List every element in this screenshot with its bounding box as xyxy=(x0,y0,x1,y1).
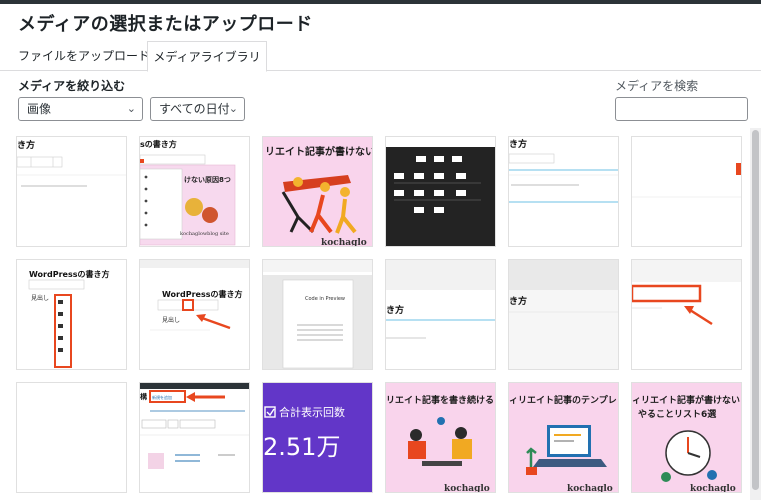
svg-text:2.51万: 2.51万 xyxy=(263,433,340,461)
chevron-down-icon: ⌄ xyxy=(126,102,136,115)
svg-text:見出し: 見出し xyxy=(31,294,49,302)
attachment-thumb[interactable] xyxy=(16,382,127,493)
svg-text:リエイト記事を書き続ける: リエイト記事を書き続ける xyxy=(386,394,494,406)
thumb-image: ィリエイト記事のテンプレ kochaglo xyxy=(509,383,618,493)
thumb-image xyxy=(17,383,126,492)
modal-title: メディアの選択またはアップロード xyxy=(18,14,313,35)
thumb-image: き方 xyxy=(386,260,495,369)
thumb-image: Code in Preview xyxy=(263,260,372,369)
attachment-thumb[interactable]: WordPressの書き方 見出し xyxy=(139,259,250,370)
svg-text:き方: き方 xyxy=(509,138,527,150)
attachment-thumb[interactable]: ィリエイト記事が書けない やることリスト6選 kochaglo xyxy=(631,382,742,493)
attachment-thumb[interactable]: WordPressの書き方 見出し xyxy=(16,259,127,370)
media-type-select[interactable]: 画像 ⌄ xyxy=(18,97,143,121)
thumb-image: 合計表示回数 2.51万 xyxy=(263,383,372,492)
search-input[interactable] xyxy=(615,97,748,121)
thumb-image: き方 xyxy=(509,137,618,246)
media-tabs: ファイルをアップロード メディアライブラリ xyxy=(0,41,761,72)
thumb-image: リエイト記事が書けない原 kochaglo xyxy=(263,137,373,247)
attachments-grid: き方 sの書き方 けない原因8つ kochaglowblog site リエイト… xyxy=(10,128,747,500)
date-value: すべての日付 xyxy=(159,102,230,116)
attachment-thumb[interactable]: ィリエイト記事のテンプレ kochaglo xyxy=(508,382,619,493)
svg-text:き方: き方 xyxy=(17,139,35,151)
attachment-thumb[interactable]: き方 xyxy=(385,259,496,370)
attachment-thumb[interactable] xyxy=(631,259,742,370)
svg-text:き方: き方 xyxy=(509,295,527,307)
attachment-thumb[interactable]: リエイト記事を書き続ける kochaglo xyxy=(385,382,496,493)
thumb-image xyxy=(632,137,741,246)
thumb-image: ィリエイト記事が書けない やることリスト6選 kochaglo xyxy=(632,383,741,493)
thumb-image: WordPressの書き方 見出し xyxy=(140,260,249,369)
svg-text:構: 構 xyxy=(140,392,147,401)
thumb-image xyxy=(632,260,741,369)
thumb-image: sの書き方 けない原因8つ kochaglowblog site xyxy=(140,137,249,246)
attachment-thumb[interactable]: リエイト記事が書けない原 kochaglo xyxy=(262,136,373,247)
svg-text:けない原因8つ: けない原因8つ xyxy=(184,175,231,184)
attachment-thumb[interactable]: き方 xyxy=(508,259,619,370)
svg-text:kochaglo: kochaglo xyxy=(444,484,490,493)
thumb-image: WordPressの書き方 見出し xyxy=(17,260,126,369)
attachment-thumb[interactable]: Code in Preview xyxy=(262,259,373,370)
scrollbar-thumb[interactable] xyxy=(752,130,759,490)
chevron-down-icon: ⌄ xyxy=(228,102,238,115)
svg-text:リエイト記事が書けない原: リエイト記事が書けない原 xyxy=(265,145,373,158)
attachment-thumb[interactable]: 構 新規を追加 xyxy=(139,382,250,493)
thumb-image: き方 xyxy=(17,137,126,246)
top-strip xyxy=(0,0,761,4)
thumb-image: き方 xyxy=(509,260,618,369)
search-label: メディアを検索 xyxy=(615,79,699,93)
attachment-thumb[interactable]: 合計表示回数 2.51万 xyxy=(262,382,373,493)
thumb-image xyxy=(386,137,495,246)
svg-text:き方: き方 xyxy=(386,304,404,316)
svg-text:見出し: 見出し xyxy=(162,316,180,324)
svg-text:新規を追加: 新規を追加 xyxy=(152,394,172,400)
svg-text:kochaglo: kochaglo xyxy=(321,238,367,247)
svg-text:kochaglo: kochaglo xyxy=(690,484,736,493)
svg-text:ィリエイト記事のテンプレ: ィリエイト記事のテンプレ xyxy=(509,394,617,406)
date-select[interactable]: すべての日付 ⌄ xyxy=(150,97,245,121)
attachment-thumb[interactable]: き方 xyxy=(16,136,127,247)
svg-text:kochaglo: kochaglo xyxy=(567,484,613,493)
attachment-thumb[interactable] xyxy=(385,136,496,247)
svg-text:ィリエイト記事が書けない: ィリエイト記事が書けない xyxy=(632,394,740,406)
tab-upload-files[interactable]: ファイルをアップロード xyxy=(16,41,152,71)
svg-text:合計表示回数: 合計表示回数 xyxy=(279,405,345,419)
attachment-thumb[interactable]: sの書き方 けない原因8つ kochaglowblog site xyxy=(139,136,250,247)
attachment-thumb[interactable] xyxy=(631,136,742,247)
svg-text:kochaglowblog site: kochaglowblog site xyxy=(180,231,229,237)
svg-text:WordPressの書き方: WordPressの書き方 xyxy=(162,289,242,299)
attachment-thumb[interactable]: き方 xyxy=(508,136,619,247)
media-type-value: 画像 xyxy=(27,102,52,116)
filter-label: メディアを絞り込む xyxy=(18,79,126,93)
svg-text:やることリスト6選: やることリスト6選 xyxy=(638,409,717,420)
svg-text:Code in Preview: Code in Preview xyxy=(305,296,345,302)
thumb-image: リエイト記事を書き続ける kochaglo xyxy=(386,383,495,493)
thumb-image: 構 新規を追加 xyxy=(140,383,249,492)
svg-text:WordPressの書き方: WordPressの書き方 xyxy=(29,269,109,279)
tab-media-library[interactable]: メディアライブラリ xyxy=(147,41,267,72)
svg-text:sの書き方: sの書き方 xyxy=(140,139,177,149)
